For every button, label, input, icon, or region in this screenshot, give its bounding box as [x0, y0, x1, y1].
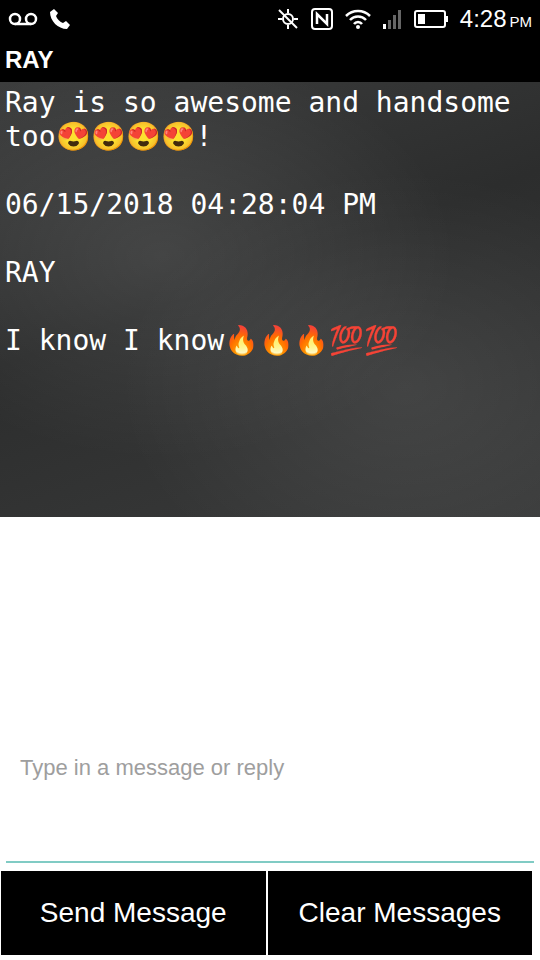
screen: 4:28PMRAYRay is so awesome and handsome … [0, 0, 540, 960]
message-text: 06/15/2018 04:28:04 PM [5, 188, 535, 222]
voicemail-icon [8, 11, 38, 27]
message-board: Ray is so awesome and handsome too😍😍😍😍! 0… [0, 82, 540, 517]
action-button[interactable]: Clear Messages [268, 871, 533, 955]
title-bar: RAY [0, 38, 540, 82]
button-row: Send MessageClear Messages [0, 871, 540, 960]
message-text: Ray is so awesome and handsome too😍😍😍😍! [5, 86, 535, 154]
battery-icon [414, 9, 450, 29]
clock: 4:28PM [460, 5, 532, 33]
wifi-icon [344, 8, 372, 30]
message-text: RAY [5, 256, 535, 290]
message-text: I know I know🔥🔥🔥💯💯 [5, 324, 535, 358]
message-input[interactable] [6, 751, 534, 863]
phone-icon [48, 7, 72, 31]
input-area [0, 517, 540, 871]
status-bar: 4:28PM [0, 0, 540, 38]
location-off-icon [276, 7, 300, 31]
nfc-icon [310, 7, 334, 31]
signal-icon [382, 8, 404, 30]
action-button[interactable]: Send Message [1, 871, 266, 955]
